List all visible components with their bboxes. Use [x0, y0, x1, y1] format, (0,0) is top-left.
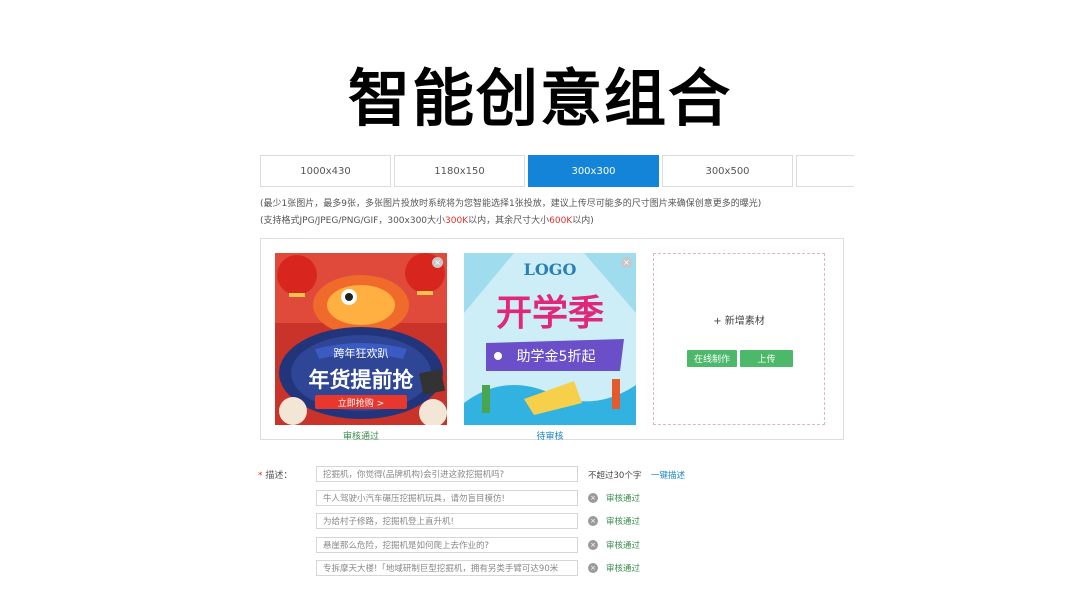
row-status-approved: 审核通过 [606, 517, 641, 527]
tab-size-1000x430[interactable]: 1000x430 [260, 155, 391, 187]
delete-row-icon[interactable]: × [588, 563, 598, 573]
upload-hint-1: (最少1张图片，最多9张，多张图片投放时系统将为您智能选择1张投放，建议上传尽可… [260, 199, 762, 209]
row-status-approved: 审核通过 [606, 494, 641, 504]
remove-material-icon[interactable]: × [432, 257, 443, 268]
online-create-button[interactable]: 在线制作 [687, 350, 737, 367]
tab-size-1180x150[interactable]: 1180x150 [394, 155, 525, 187]
row-status-approved: 审核通过 [606, 564, 641, 574]
row-status-approved: 审核通过 [606, 541, 641, 551]
material-image-school[interactable]: LOGO 开学季 助学金5折起 × [464, 253, 636, 425]
material-status-pending: 待审核 [536, 432, 564, 442]
upload-hint-2: (支持格式JPG/JPEG/PNG/GIF，300x300大小300K以内，其余… [260, 213, 594, 226]
material-image-newyear[interactable]: 跨年狂欢趴 年货提前抢 立即抢购 > × [275, 253, 447, 425]
upload-button[interactable]: 上传 [740, 350, 793, 367]
hint-format-text: (支持格式JPG/JPEG/PNG/GIF，300x300大小 [260, 216, 446, 226]
size-tab-bar: 1000x430 1180x150 300x300 300x500 50 [260, 155, 854, 188]
hint-limit-600k: 600K [549, 216, 573, 226]
add-material-slot: + 新增素材 在线制作 上传 [653, 253, 825, 425]
school-artwork: LOGO 开学季 助学金5折起 [464, 253, 636, 425]
description-input[interactable]: 挖掘机，你觉得(品牌机构)会引进这款挖掘机吗? [316, 466, 578, 482]
description-row[interactable]: 牛人驾驶小汽车碾压挖掘机玩具，请勿盲目模仿! [316, 490, 578, 506]
tab-size-300x500[interactable]: 300x500 [662, 155, 793, 187]
hint-middle-text: 以内，其余尺寸大小 [468, 216, 550, 226]
tab-size-partial[interactable]: 50 [796, 155, 854, 187]
newyear-artwork: 跨年狂欢趴 年货提前抢 立即抢购 > [275, 253, 447, 425]
description-label-text: 描述： [265, 471, 293, 481]
remove-material-icon[interactable]: × [621, 257, 632, 268]
school-main-text: 开学季 [496, 292, 604, 334]
school-logo-text: LOGO [524, 260, 577, 279]
tab-size-300x300[interactable]: 300x300 [528, 155, 659, 187]
newyear-button-text: 立即抢购 > [338, 397, 384, 409]
add-material-label[interactable]: + 新增素材 [654, 312, 824, 327]
description-limit-note: 不超过30个字 [588, 471, 642, 481]
description-label: * 描述： [258, 468, 292, 481]
hint-end-text: 以内) [572, 216, 594, 226]
one-key-describe-link[interactable]: 一键描述 [651, 469, 685, 481]
description-row[interactable]: 悬崖那么危险，挖掘机是如何爬上去作业的? [316, 537, 578, 553]
delete-row-icon[interactable]: × [588, 493, 598, 503]
description-row[interactable]: 专拆摩天大楼!「地域研制巨型挖掘机，拥有另类手臂可达90米 [316, 560, 578, 576]
description-row[interactable]: 为给村子修路，挖掘机登上直升机! [316, 513, 578, 529]
hint-limit-300k: 300K [445, 216, 469, 226]
delete-row-icon[interactable]: × [588, 516, 598, 526]
required-mark: * [258, 471, 263, 481]
newyear-main-text: 年货提前抢 [309, 368, 415, 392]
material-panel: 跨年狂欢趴 年货提前抢 立即抢购 > × 审核通过 LOGO 开学季 助学金5折… [260, 238, 844, 442]
newyear-banner-text: 跨年狂欢趴 [334, 346, 389, 360]
page-title: 智能创意组合 [347, 62, 732, 135]
delete-row-icon[interactable]: × [588, 540, 598, 550]
material-status-approved: 审核通过 [342, 432, 379, 442]
school-ribbon-text: 助学金5折起 [517, 349, 596, 365]
